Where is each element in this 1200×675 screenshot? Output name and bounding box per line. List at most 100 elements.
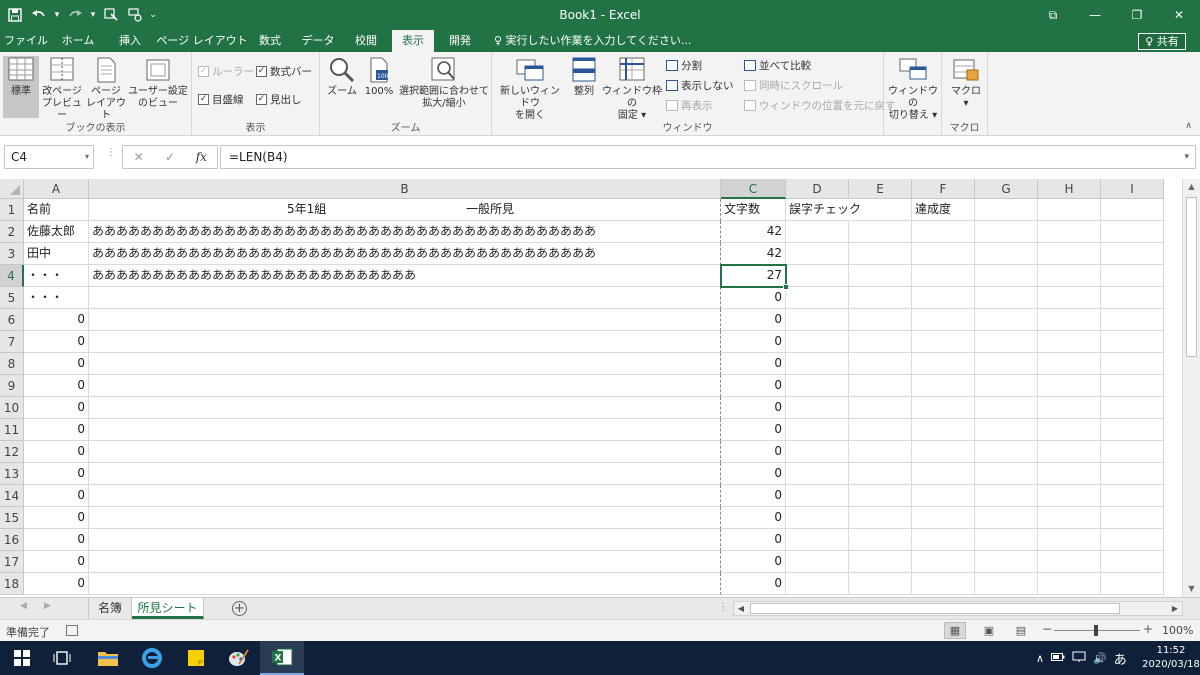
split-button[interactable]: 分割 bbox=[666, 58, 702, 73]
tab-formulas[interactable]: 数式 bbox=[250, 30, 290, 52]
cell-f5[interactable] bbox=[912, 287, 975, 309]
cell-d15[interactable] bbox=[786, 507, 849, 529]
column-header-c[interactable]: C bbox=[721, 179, 786, 199]
cell-e16[interactable] bbox=[849, 529, 912, 551]
cell-i18[interactable] bbox=[1101, 573, 1164, 595]
cell-a12[interactable]: 0 bbox=[24, 441, 89, 463]
battery-icon[interactable] bbox=[1051, 652, 1065, 665]
scroll-up-icon[interactable]: ▲ bbox=[1183, 179, 1200, 195]
cell-g9[interactable] bbox=[975, 375, 1038, 397]
row-header-15[interactable]: 15 bbox=[0, 507, 24, 529]
cell-d5[interactable] bbox=[786, 287, 849, 309]
cell-e17[interactable] bbox=[849, 551, 912, 573]
cell-h18[interactable] bbox=[1038, 573, 1101, 595]
cell-e2[interactable] bbox=[849, 221, 912, 243]
cell-d13[interactable] bbox=[786, 463, 849, 485]
cell-e8[interactable] bbox=[849, 353, 912, 375]
cell-b10[interactable] bbox=[89, 397, 721, 419]
cell-d9[interactable] bbox=[786, 375, 849, 397]
cell-a3[interactable]: 田中 bbox=[24, 243, 89, 265]
cell-h13[interactable] bbox=[1038, 463, 1101, 485]
cell-f3[interactable] bbox=[912, 243, 975, 265]
normal-view-status-icon[interactable]: ▦ bbox=[944, 622, 966, 639]
scroll-down-icon[interactable]: ▼ bbox=[1183, 581, 1200, 597]
formula-bar-checkbox[interactable]: ✓ 数式バー bbox=[256, 64, 312, 79]
gridlines-checkbox[interactable]: ✓ 目盛線 bbox=[198, 92, 244, 107]
collapse-ribbon-icon[interactable]: ∧ bbox=[1185, 121, 1192, 131]
cell-c9[interactable]: 0 bbox=[721, 375, 786, 397]
cell-a17[interactable]: 0 bbox=[24, 551, 89, 573]
cell-a13[interactable]: 0 bbox=[24, 463, 89, 485]
zoom-100-button[interactable]: 100 100% bbox=[362, 56, 396, 98]
tab-insert[interactable]: 挿入 bbox=[108, 30, 152, 52]
cell-e7[interactable] bbox=[849, 331, 912, 353]
cell-a15[interactable]: 0 bbox=[24, 507, 89, 529]
arrange-all-button[interactable]: 整列 bbox=[566, 56, 602, 98]
volume-icon[interactable]: 🔊 bbox=[1093, 652, 1107, 665]
sheet-next-icon[interactable]: ▶ bbox=[44, 601, 51, 611]
zoom-slider-knob[interactable] bbox=[1094, 625, 1098, 636]
cell-i7[interactable] bbox=[1101, 331, 1164, 353]
cell-c7[interactable]: 0 bbox=[721, 331, 786, 353]
cell-d18[interactable] bbox=[786, 573, 849, 595]
cell-i3[interactable] bbox=[1101, 243, 1164, 265]
cell-e1[interactable] bbox=[849, 199, 912, 221]
cell-b6[interactable] bbox=[89, 309, 721, 331]
cell-c17[interactable]: 0 bbox=[721, 551, 786, 573]
cell-c6[interactable]: 0 bbox=[721, 309, 786, 331]
cell-h12[interactable] bbox=[1038, 441, 1101, 463]
cell-h1[interactable] bbox=[1038, 199, 1101, 221]
page-break-status-icon[interactable]: ▤ bbox=[1010, 622, 1032, 639]
cell-i8[interactable] bbox=[1101, 353, 1164, 375]
cell-c14[interactable]: 0 bbox=[721, 485, 786, 507]
cell-i12[interactable] bbox=[1101, 441, 1164, 463]
cell-d16[interactable] bbox=[786, 529, 849, 551]
page-break-preview-button[interactable]: 改ページ プレビュー bbox=[42, 56, 82, 122]
unhide-button[interactable]: 再表示 bbox=[666, 98, 713, 113]
cell-h5[interactable] bbox=[1038, 287, 1101, 309]
cell-f16[interactable] bbox=[912, 529, 975, 551]
cell-a5[interactable]: ・・・ bbox=[24, 287, 89, 309]
row-header-12[interactable]: 12 bbox=[0, 441, 24, 463]
cell-g3[interactable] bbox=[975, 243, 1038, 265]
cell-i6[interactable] bbox=[1101, 309, 1164, 331]
cell-e9[interactable] bbox=[849, 375, 912, 397]
scroll-right-icon[interactable]: ▶ bbox=[1168, 602, 1182, 615]
cell-b17[interactable] bbox=[89, 551, 721, 573]
vertical-scrollbar[interactable]: ▲ ▼ bbox=[1182, 179, 1200, 597]
cell-f13[interactable] bbox=[912, 463, 975, 485]
cell-e3[interactable] bbox=[849, 243, 912, 265]
cell-g10[interactable] bbox=[975, 397, 1038, 419]
cell-d3[interactable] bbox=[786, 243, 849, 265]
synchronous-scrolling-button[interactable]: 同時にスクロール bbox=[744, 78, 843, 93]
cell-a8[interactable]: 0 bbox=[24, 353, 89, 375]
cell-f7[interactable] bbox=[912, 331, 975, 353]
row-header-3[interactable]: 3 bbox=[0, 243, 24, 265]
cell-e13[interactable] bbox=[849, 463, 912, 485]
tell-me-search[interactable]: ♀ 実行したい作業を入力してください... bbox=[494, 30, 691, 52]
row-header-10[interactable]: 10 bbox=[0, 397, 24, 419]
vertical-scroll-thumb[interactable] bbox=[1186, 197, 1197, 357]
worksheet-grid[interactable]: ABCDEFGHI 1 名前 5年1組 一般所見 文字数 誤字チェック 達成度 2 佐藤太郎 ああ… bbox=[0, 179, 1182, 597]
paint-icon[interactable] bbox=[216, 641, 260, 675]
page-layout-button[interactable]: ページ レイアウト bbox=[86, 56, 126, 122]
expand-formula-bar-icon[interactable]: ▾ bbox=[1184, 146, 1189, 168]
ribbon-display-options-icon[interactable]: ⧉ bbox=[1032, 0, 1074, 30]
column-header-g[interactable]: G bbox=[975, 179, 1038, 199]
cell-e10[interactable] bbox=[849, 397, 912, 419]
cell-i11[interactable] bbox=[1101, 419, 1164, 441]
cell-a18[interactable]: 0 bbox=[24, 573, 89, 595]
cell-h14[interactable] bbox=[1038, 485, 1101, 507]
cell-g14[interactable] bbox=[975, 485, 1038, 507]
row-header-17[interactable]: 17 bbox=[0, 551, 24, 573]
cell-g17[interactable] bbox=[975, 551, 1038, 573]
row-header-16[interactable]: 16 bbox=[0, 529, 24, 551]
show-hidden-icons-icon[interactable]: ∧ bbox=[1036, 652, 1044, 665]
select-all-corner[interactable] bbox=[0, 179, 24, 199]
name-box-dropdown-icon[interactable]: ▾ bbox=[85, 146, 89, 168]
cell-g11[interactable] bbox=[975, 419, 1038, 441]
add-sheet-icon[interactable]: + bbox=[232, 601, 247, 616]
share-button[interactable]: ♀ 共有 bbox=[1138, 33, 1186, 50]
cell-i9[interactable] bbox=[1101, 375, 1164, 397]
cell-d6[interactable] bbox=[786, 309, 849, 331]
